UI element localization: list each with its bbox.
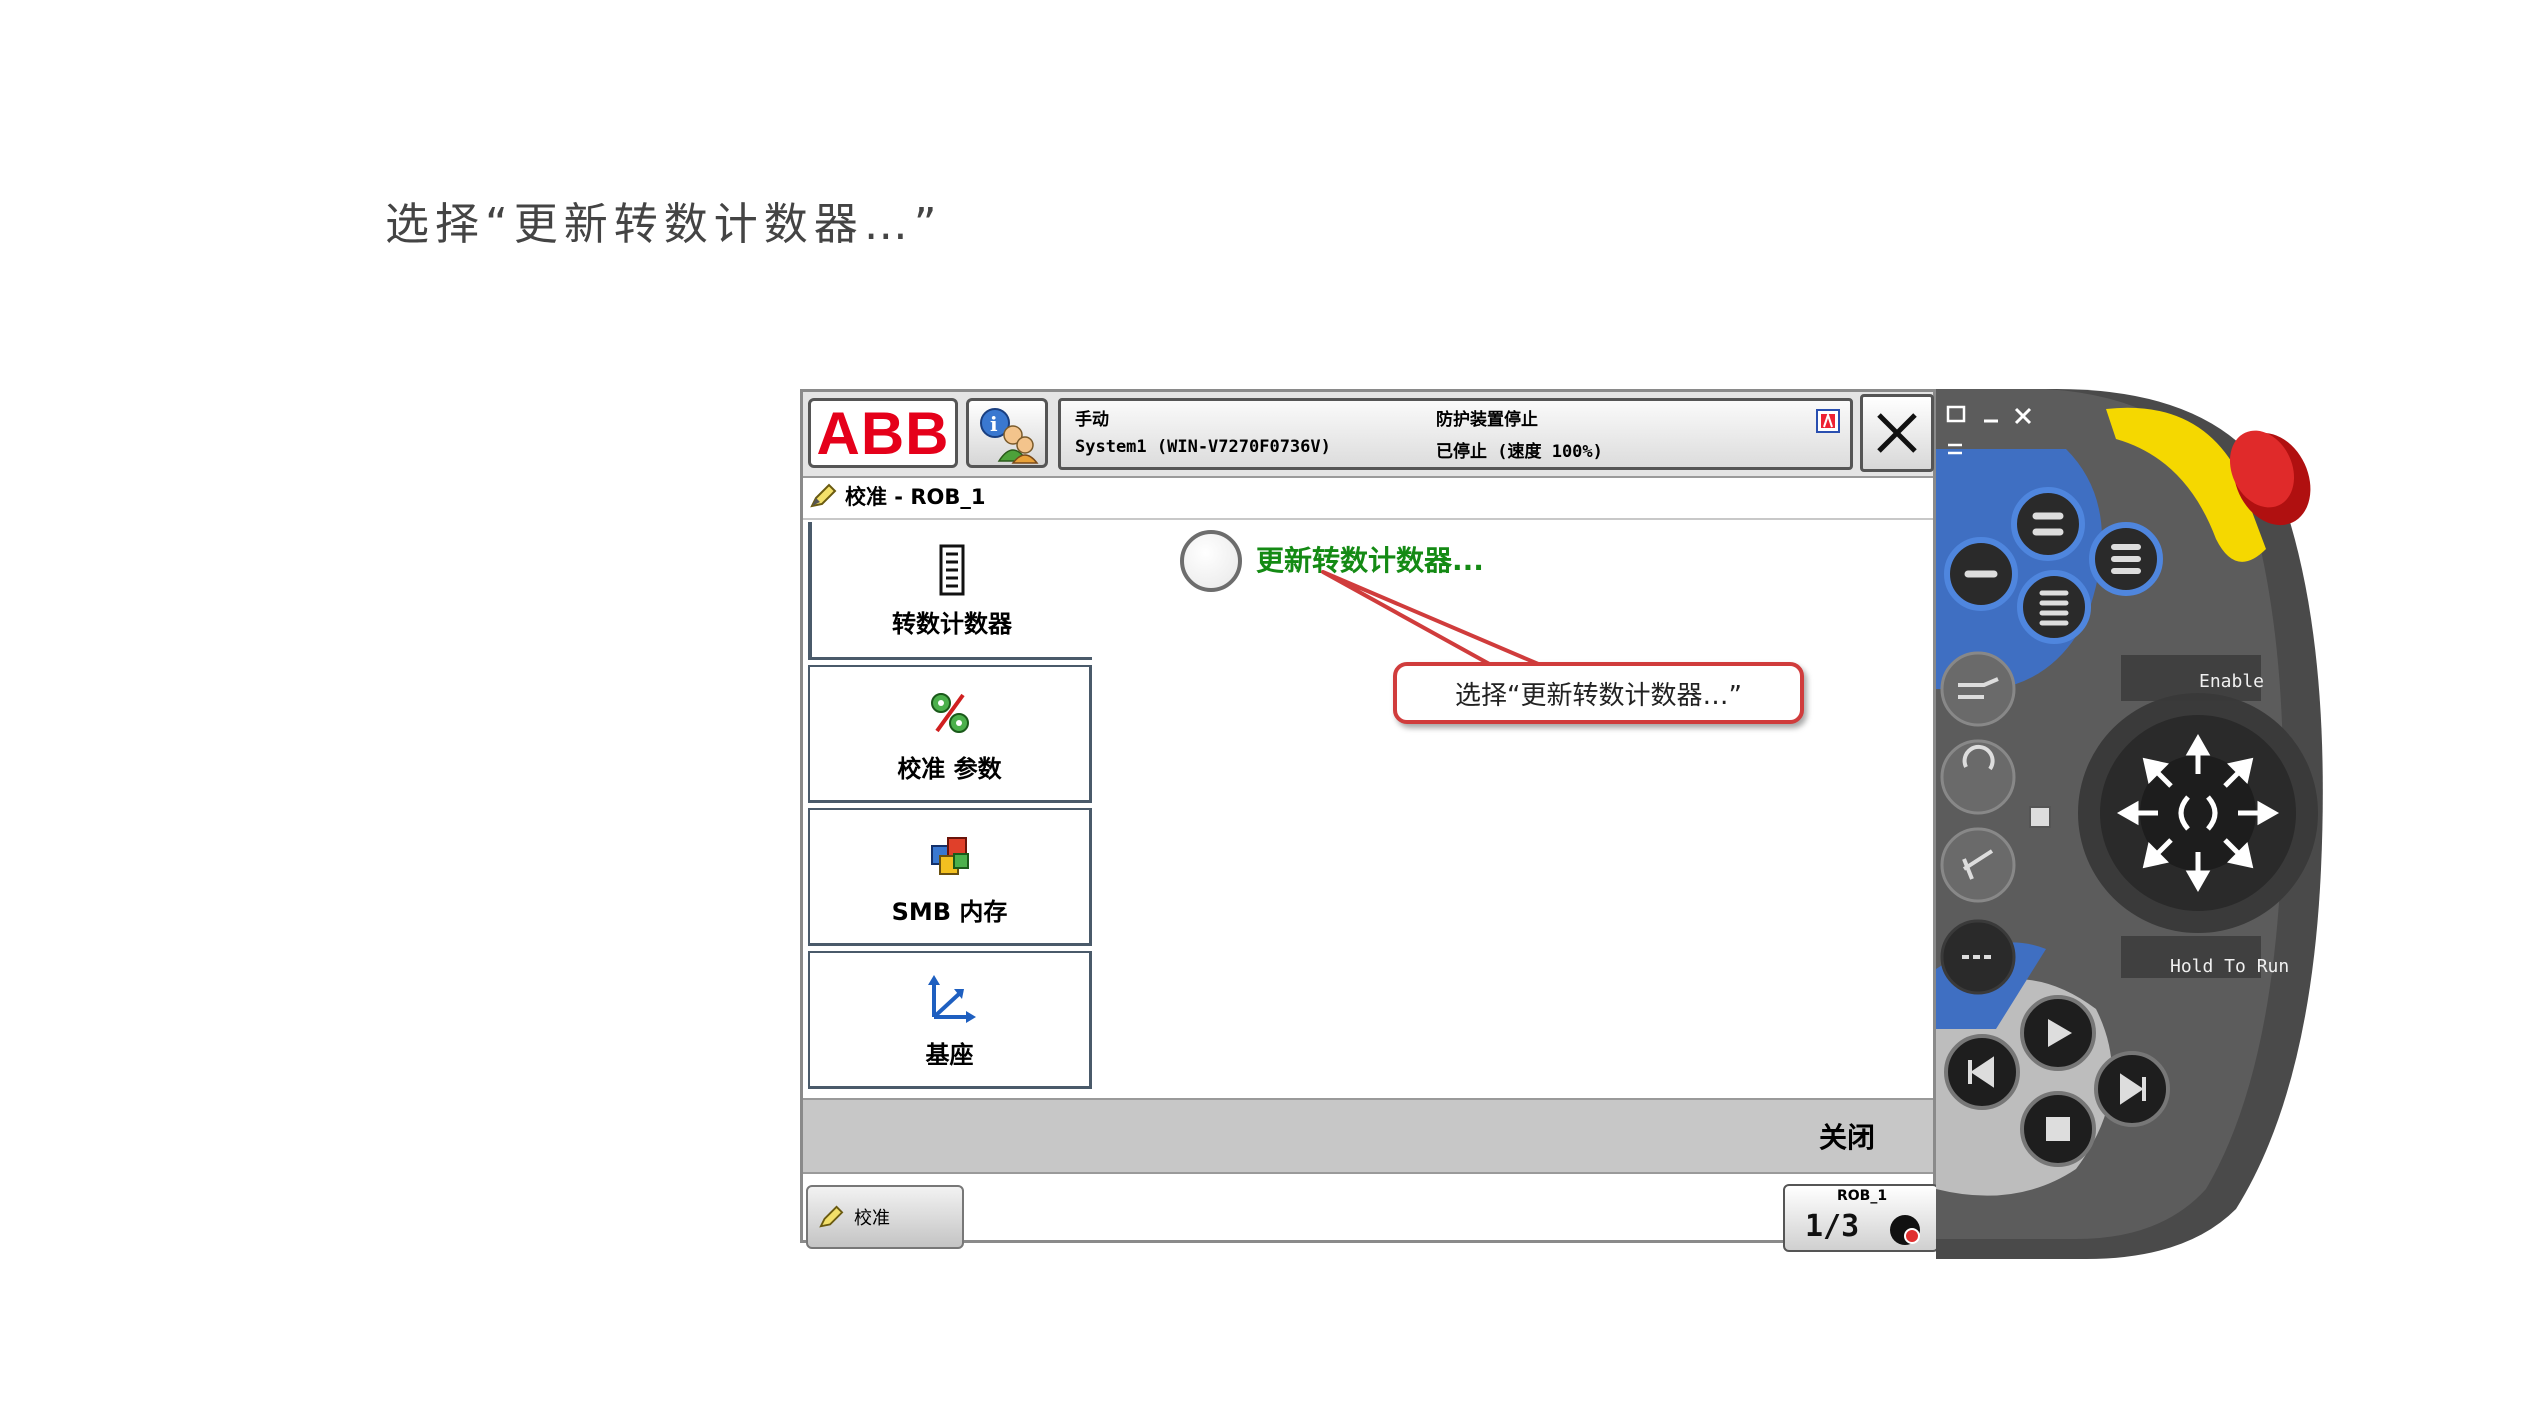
menu-item-calibration-parameters[interactable]: 校准 参数 — [808, 665, 1092, 803]
usb-port-icon — [2029, 806, 2051, 828]
task-label: 校准 — [854, 1208, 890, 1229]
menu-item-label: SMB 内存 — [891, 898, 1008, 926]
breadcrumb-text: 校准 - ROB_1 — [845, 485, 986, 509]
menu-item-label: 校准 参数 — [897, 755, 1002, 783]
quickset-button[interactable]: ROB_1 1/3 — [1783, 1184, 1939, 1252]
revolution-counter-icon — [939, 544, 965, 596]
calibration-pencil-icon — [819, 1205, 844, 1228]
task-calibration-button[interactable]: 校准 — [806, 1185, 964, 1249]
svg-text:i: i — [990, 412, 998, 436]
base-frame-icon — [927, 975, 976, 1023]
menu-item-revolution-counters[interactable]: 转数计数器 — [808, 522, 1092, 660]
quickset-mechunit-label: ROB_1 — [1837, 1188, 1888, 1204]
hold-to-run-label: Hold To Run — [2170, 956, 2290, 977]
calibration-menu: 转数计数器 校准 参数 SMB 内存 基座 — [808, 522, 1094, 1094]
smb-memory-icon — [930, 837, 969, 875]
status-flag-icon — [1816, 409, 1840, 433]
calibration-pencil-icon — [810, 483, 837, 508]
pendant-hardware — [1936, 389, 2323, 1259]
user-info-icon: i — [980, 408, 1039, 464]
breadcrumb-divider — [803, 518, 1933, 520]
abb-menu-button[interactable]: ABB — [808, 398, 958, 468]
system-name: System1 (WIN-V7270F0736V) — [1075, 437, 1331, 457]
svg-text:1/3: 1/3 — [1805, 1209, 1859, 1244]
enable-label: Enable — [2199, 671, 2265, 692]
menu-item-base-frame[interactable]: 基座 — [808, 951, 1092, 1089]
close-window-button[interactable] — [1860, 394, 1934, 472]
abb-logo-text: ABB — [816, 399, 950, 467]
flexpendant-screen: ABB i 手动 System1 (WIN-V7270F0736V) 防护装置停… — [800, 389, 1939, 1252]
run-status: 已停止 (速度 100%) — [1436, 442, 1603, 462]
operating-mode: 手动 — [1075, 410, 1109, 430]
calibration-parameters-icon — [930, 693, 969, 733]
event-log-button[interactable]: i — [966, 398, 1048, 468]
update-revolution-counters-radio[interactable] — [1180, 530, 1242, 592]
menu-item-label: 基座 — [925, 1041, 974, 1069]
breadcrumb: 校准 - ROB_1 — [809, 480, 985, 512]
menu-item-label: 转数计数器 — [892, 610, 1012, 638]
slide-instruction: 选择“更新转数计数器…” — [385, 199, 943, 250]
top-bar: ABB i 手动 System1 (WIN-V7270F0736V) 防护装置停… — [803, 392, 1934, 478]
close-icon — [1877, 413, 1917, 453]
update-revolution-counters-option[interactable]: 更新转数计数器... — [1256, 539, 1484, 579]
guard-status: 防护装置停止 — [1436, 410, 1538, 430]
menu-item-smb-memory[interactable]: SMB 内存 — [808, 808, 1092, 946]
joystick[interactable] — [2078, 693, 2318, 933]
instruction-callout: 选择“更新转数计数器…” — [1393, 662, 1804, 724]
command-bar: 关闭 — [803, 1098, 1933, 1174]
close-button[interactable]: 关闭 — [1819, 1116, 1875, 1156]
status-panel[interactable]: 手动 System1 (WIN-V7270F0736V) 防护装置停止 已停止 … — [1058, 398, 1853, 470]
